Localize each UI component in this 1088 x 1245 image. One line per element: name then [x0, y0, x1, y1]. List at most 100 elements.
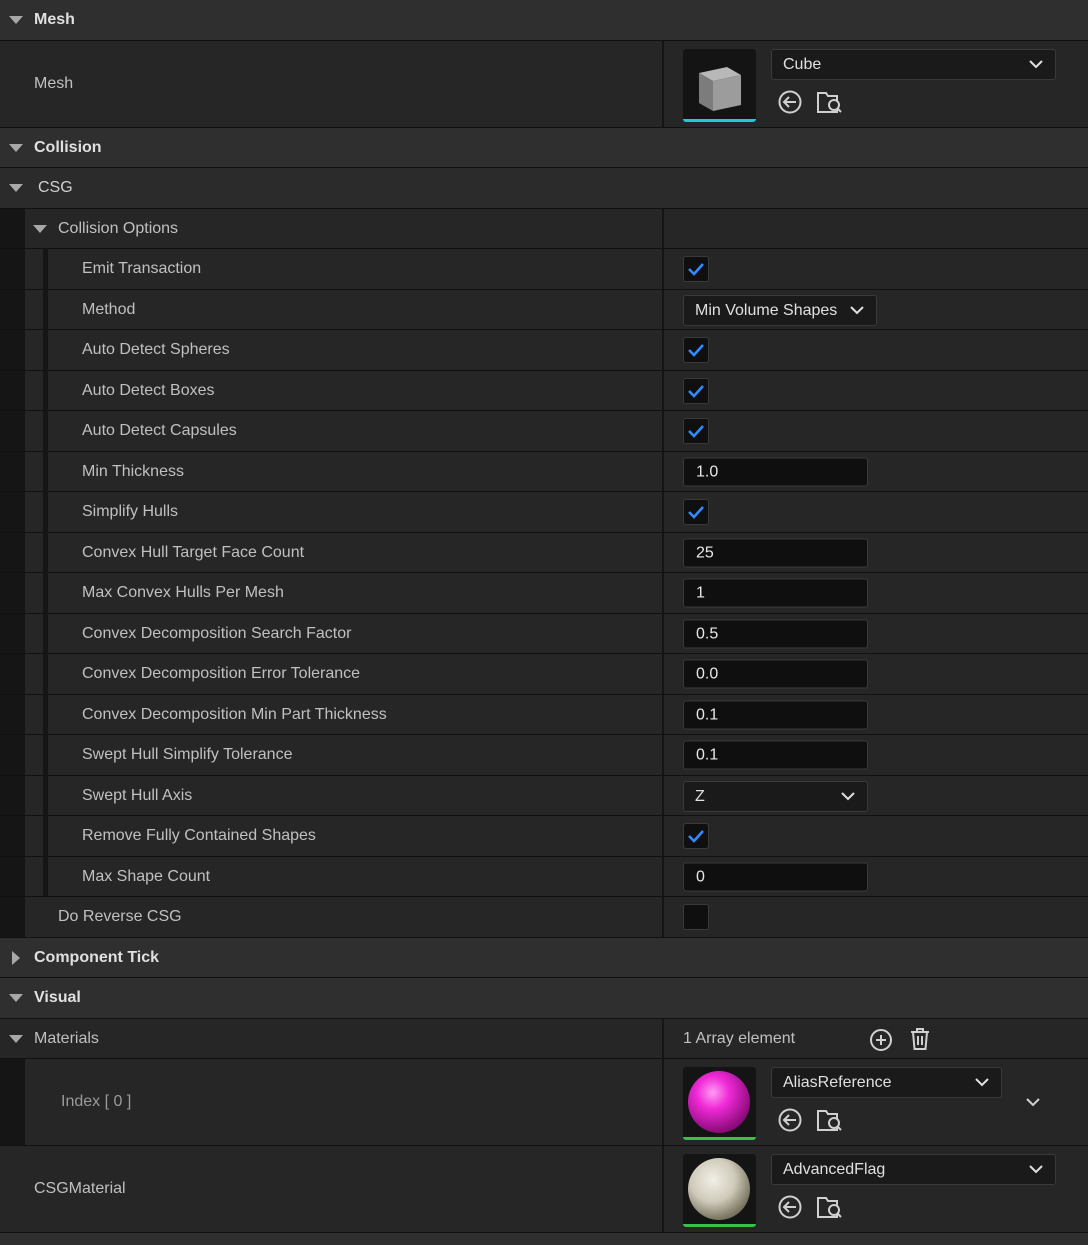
expand-element-chevron-icon[interactable] — [1026, 1097, 1040, 1107]
csg-material-value: AdvancedFlag — [783, 1161, 886, 1178]
min-thickness-label: Min Thickness — [82, 462, 184, 480]
materials-count: 1 Array element — [683, 1029, 796, 1047]
auto-detect-spheres-label: Auto Detect Spheres — [82, 341, 230, 358]
convex-decomposition-search-factor-input[interactable]: 0.5 — [683, 619, 868, 648]
index-0-label: Index [ 0 ] — [61, 1093, 132, 1110]
checkmark-icon — [688, 425, 704, 438]
browse-asset-icon[interactable] — [815, 89, 843, 115]
property-convex-decomposition-min-part-thickness: Convex Decomposition Min Part Thickness … — [0, 695, 1088, 735]
auto-detect-boxes-label: Auto Detect Boxes — [82, 381, 215, 399]
convex-hull-target-face-count-label: Convex Hull Target Face Count — [82, 543, 305, 561]
property-auto-detect-boxes: Auto Detect Boxes — [0, 371, 1088, 411]
remove-fully-contained-shapes-checkbox[interactable] — [683, 823, 709, 849]
max-shape-count-label: Max Shape Count — [82, 867, 211, 885]
method-dropdown[interactable]: Min Volume Shapes — [683, 295, 877, 326]
category-component-tick[interactable]: Component Tick — [0, 938, 1088, 978]
property-materials[interactable]: Materials 1 Array element — [0, 1019, 1088, 1059]
trash-icon[interactable] — [909, 1027, 931, 1051]
auto-detect-capsules-label: Auto Detect Capsules — [82, 422, 237, 439]
mesh-asset-value: Cube — [783, 56, 822, 73]
column-divider[interactable] — [662, 41, 664, 127]
property-mesh: Mesh Cube — [0, 41, 1088, 128]
max-shape-count-input[interactable]: 0 — [683, 862, 868, 891]
collapse-arrow-icon[interactable] — [9, 143, 23, 152]
property-swept-hull-axis: Swept Hull Axis Z — [0, 776, 1088, 816]
property-remove-fully-contained-shapes: Remove Fully Contained Shapes — [0, 816, 1088, 857]
collapse-arrow-icon[interactable] — [9, 994, 23, 1002]
property-max-shape-count: Max Shape Count 0 — [0, 857, 1088, 897]
min-thickness-input[interactable]: 1.0 — [683, 457, 868, 486]
add-element-icon[interactable] — [869, 1028, 893, 1052]
chevron-down-icon — [975, 1078, 989, 1087]
property-method: Method Min Volume Shapes — [0, 290, 1088, 330]
category-visual[interactable]: Visual — [0, 978, 1088, 1019]
convex-hull-target-face-count-input[interactable]: 25 — [683, 538, 868, 567]
collapse-arrow-icon[interactable] — [9, 1034, 23, 1043]
browse-asset-icon[interactable] — [815, 1194, 843, 1220]
index-0-material-value: AliasReference — [783, 1074, 892, 1091]
category-csg[interactable]: CSG — [0, 168, 1088, 209]
category-csg-title: CSG — [38, 179, 73, 196]
category-mesh-title: Mesh — [34, 11, 75, 28]
chevron-down-icon — [1029, 1165, 1043, 1174]
checkmark-icon — [688, 263, 704, 276]
convex-decomposition-min-part-thickness-label: Convex Decomposition Min Part Thickness — [82, 705, 387, 723]
category-component-tick-title: Component Tick — [34, 948, 160, 966]
collapse-arrow-icon[interactable] — [33, 224, 47, 233]
bottom-edge — [0, 1233, 1088, 1245]
use-selected-icon[interactable] — [777, 1107, 803, 1133]
simplify-hulls-checkbox[interactable] — [683, 499, 709, 525]
group-collision-options[interactable]: Collision Options — [0, 209, 1088, 249]
property-csg-material: CSGMaterial AdvancedFlag — [0, 1146, 1088, 1233]
property-convex-hull-target-face-count: Convex Hull Target Face Count 25 — [0, 533, 1088, 573]
max-convex-hulls-per-mesh-input[interactable]: 1 — [683, 578, 868, 608]
collision-options-title: Collision Options — [58, 219, 179, 237]
swept-hull-simplify-tolerance-label: Swept Hull Simplify Tolerance — [82, 746, 293, 763]
category-collision[interactable]: Collision — [0, 128, 1088, 168]
swept-hull-axis-dropdown[interactable]: Z — [683, 781, 868, 812]
mesh-thumbnail[interactable] — [683, 49, 756, 122]
use-selected-icon[interactable] — [777, 1194, 803, 1220]
property-emit-transaction: Emit Transaction — [0, 249, 1088, 290]
emit-transaction-label: Emit Transaction — [82, 260, 202, 277]
auto-detect-spheres-checkbox[interactable] — [683, 337, 709, 363]
auto-detect-capsules-checkbox[interactable] — [683, 418, 709, 444]
chevron-down-icon — [1029, 60, 1043, 69]
mesh-asset-dropdown[interactable]: Cube — [771, 49, 1056, 80]
collapse-arrow-icon[interactable] — [9, 184, 23, 192]
method-label: Method — [82, 300, 136, 318]
sphere-icon — [688, 1158, 750, 1220]
property-do-reverse-csg: Do Reverse CSG — [0, 897, 1088, 938]
do-reverse-csg-checkbox[interactable] — [683, 904, 709, 930]
property-convex-decomposition-search-factor: Convex Decomposition Search Factor 0.5 — [0, 614, 1088, 654]
cube-icon — [699, 67, 741, 111]
use-selected-icon[interactable] — [777, 89, 803, 115]
auto-detect-boxes-checkbox[interactable] — [683, 377, 709, 404]
material-thumbnail-index-0[interactable] — [683, 1067, 756, 1140]
category-visual-title: Visual — [34, 989, 81, 1006]
asset-type-bar — [683, 1137, 756, 1140]
collapse-arrow-icon[interactable] — [9, 16, 23, 24]
material-thumbnail-csg[interactable] — [683, 1154, 756, 1227]
category-mesh[interactable]: Mesh — [0, 0, 1088, 41]
chevron-down-icon — [850, 306, 864, 315]
emit-transaction-checkbox[interactable] — [683, 256, 709, 282]
simplify-hulls-label: Simplify Hulls — [82, 503, 179, 520]
property-auto-detect-capsules: Auto Detect Capsules — [0, 411, 1088, 452]
csg-material-dropdown[interactable]: AdvancedFlag — [771, 1154, 1056, 1185]
convex-decomposition-search-factor-label: Convex Decomposition Search Factor — [82, 624, 352, 642]
browse-asset-icon[interactable] — [815, 1107, 843, 1133]
convex-decomposition-error-tolerance-label: Convex Decomposition Error Tolerance — [82, 665, 361, 682]
asset-type-bar — [683, 119, 756, 122]
expand-arrow-icon[interactable] — [12, 950, 20, 965]
index-0-material-dropdown[interactable]: AliasReference — [771, 1067, 1002, 1098]
swept-hull-simplify-tolerance-input[interactable]: 0.1 — [683, 740, 868, 770]
property-min-thickness: Min Thickness 1.0 — [0, 452, 1088, 492]
max-convex-hulls-per-mesh-label: Max Convex Hulls Per Mesh — [82, 584, 284, 601]
convex-decomposition-error-tolerance-input[interactable]: 0.0 — [683, 659, 868, 689]
category-collision-title: Collision — [34, 138, 102, 156]
do-reverse-csg-label: Do Reverse CSG — [58, 908, 182, 925]
property-convex-decomposition-error-tolerance: Convex Decomposition Error Tolerance 0.0 — [0, 654, 1088, 695]
convex-decomposition-min-part-thickness-input[interactable]: 0.1 — [683, 700, 868, 729]
property-simplify-hulls: Simplify Hulls — [0, 492, 1088, 533]
